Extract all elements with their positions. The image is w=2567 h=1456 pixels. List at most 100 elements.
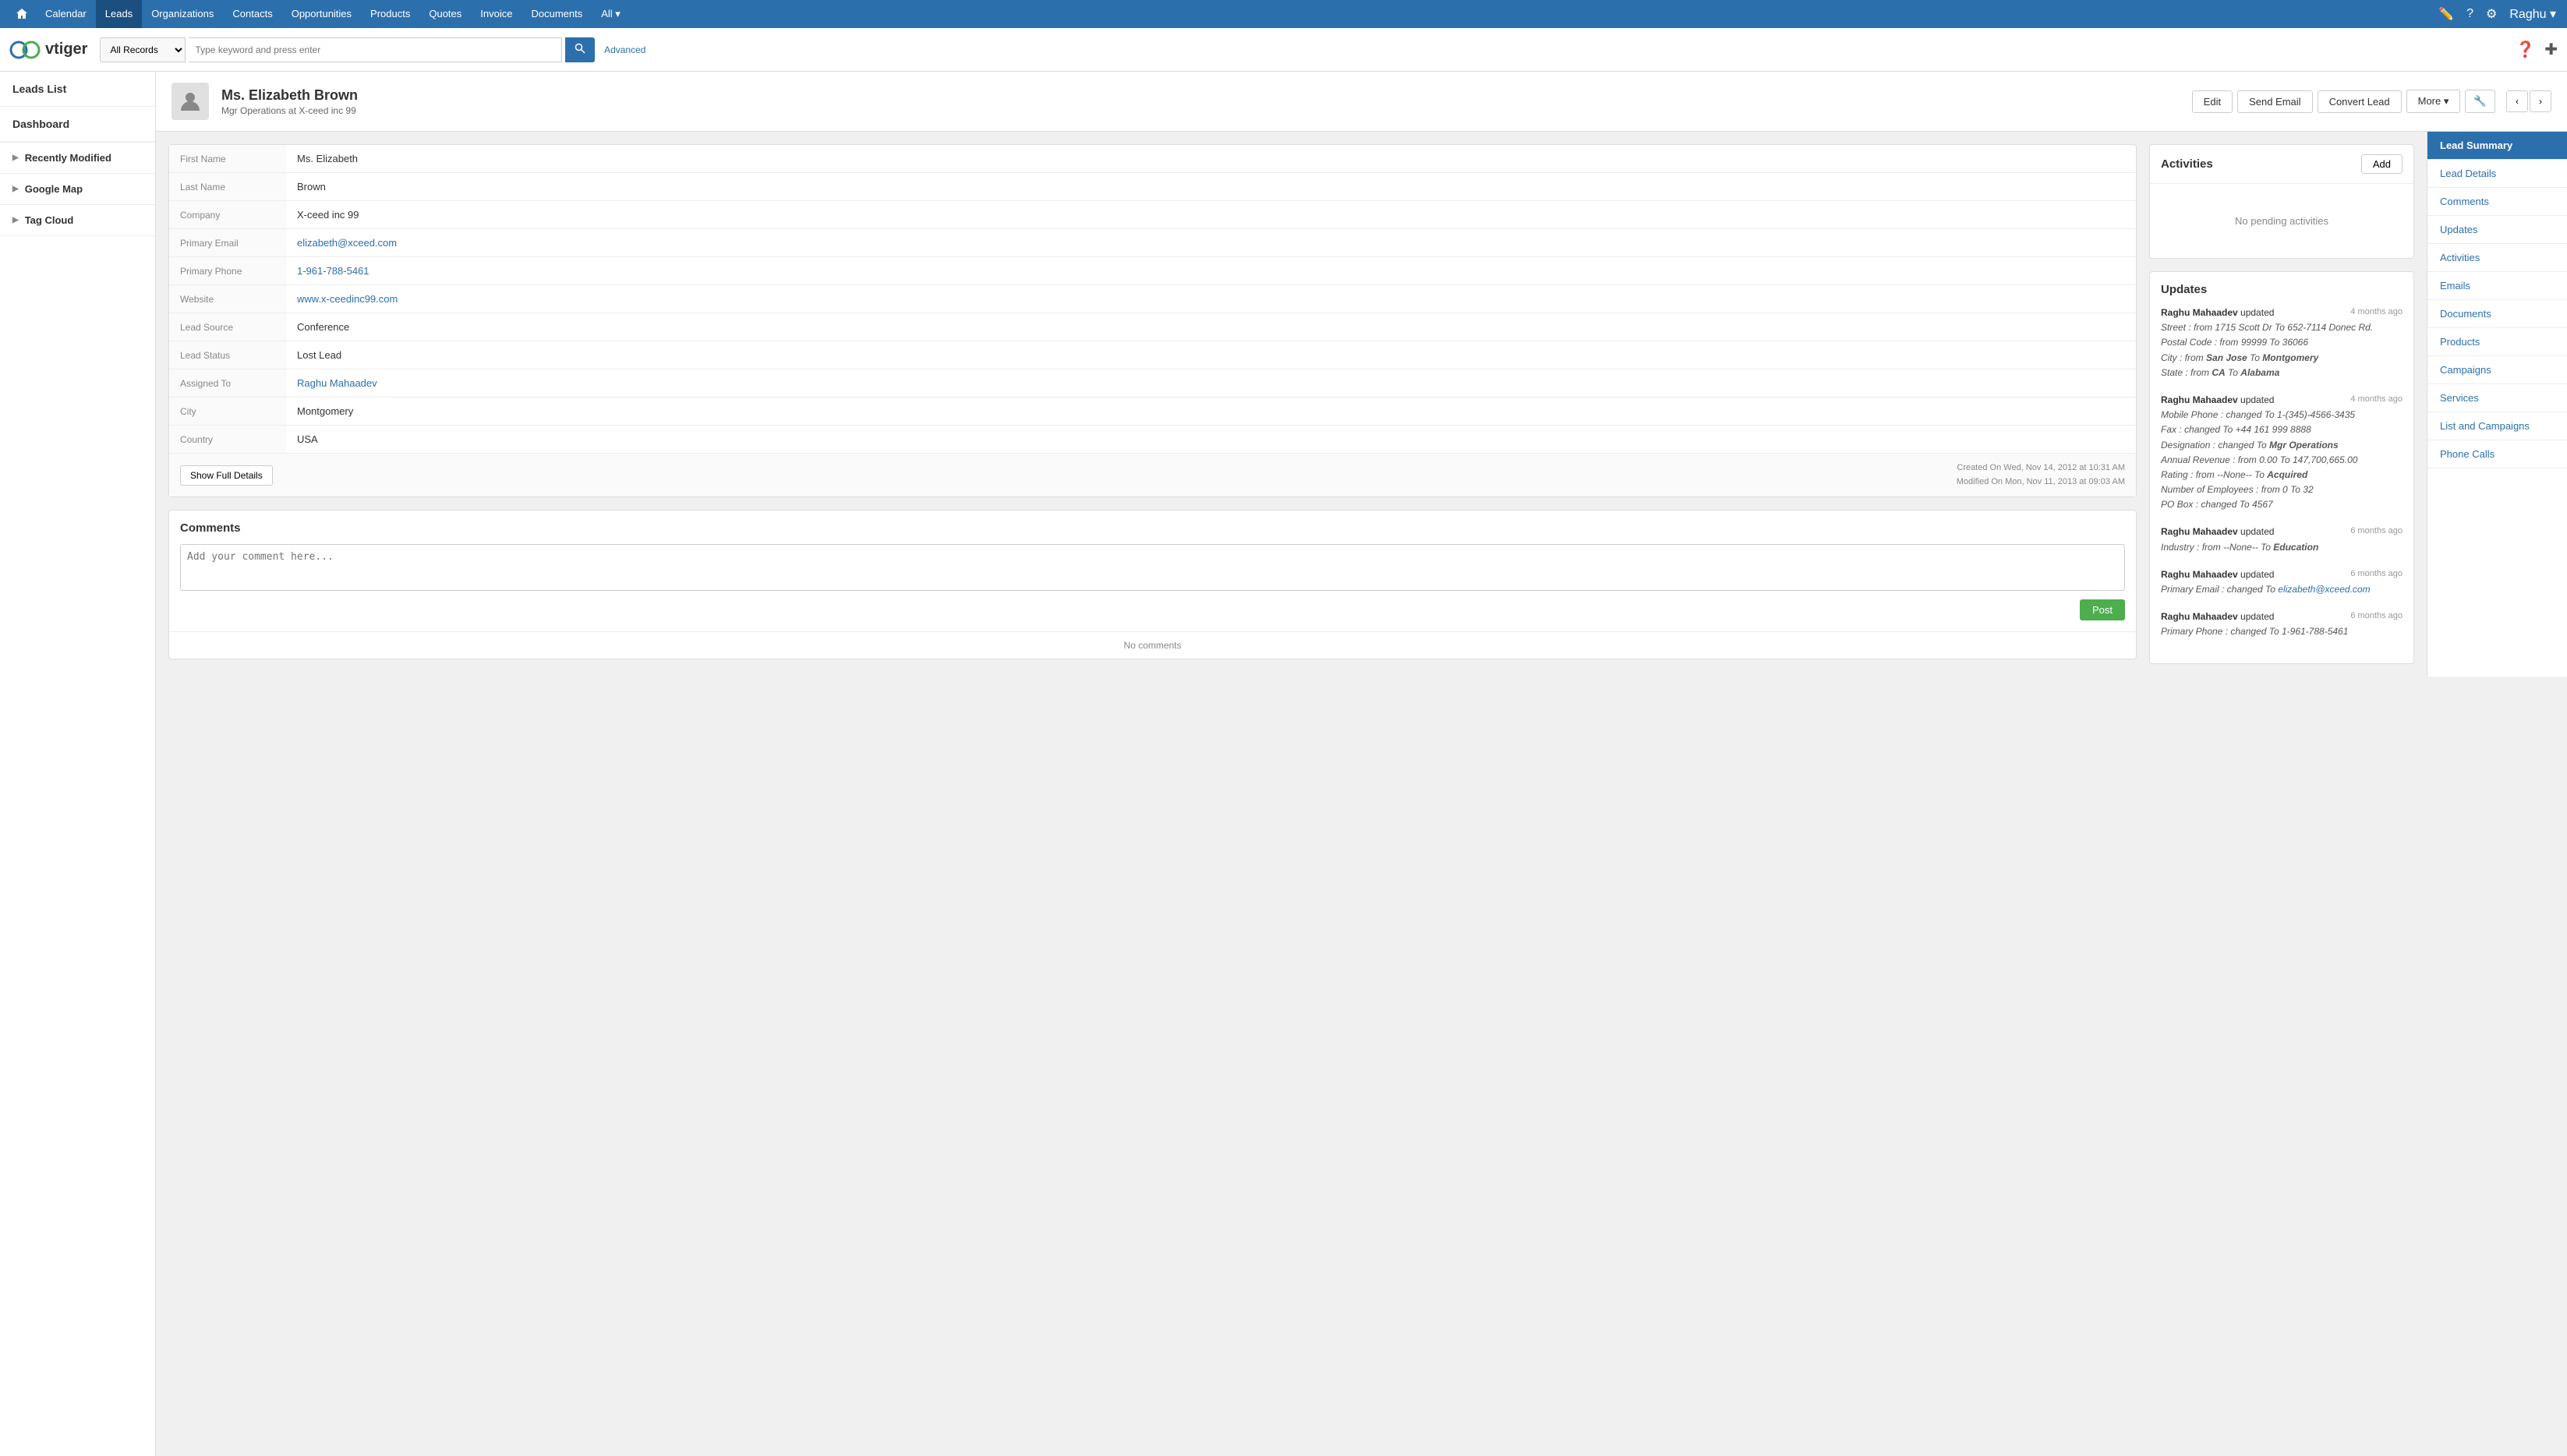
nav-all[interactable]: All ▾ [592, 0, 630, 28]
update-item-2: Raghu Mahaadev updated 4 months ago Mobi… [2161, 393, 2403, 513]
record-subtitle: Mgr Operations at X-ceed inc 99 [221, 105, 2180, 116]
updates-section: Updates Raghu Mahaadev updated 4 months … [2150, 272, 2413, 663]
panel-services[interactable]: Services [2427, 384, 2567, 412]
nav-products[interactable]: Products [361, 0, 419, 28]
phone-link[interactable]: 1-961-788-5461 [297, 265, 369, 277]
panel-products[interactable]: Products [2427, 328, 2567, 356]
advanced-search-link[interactable]: Advanced [604, 44, 645, 55]
card-footer: Show Full Details Created On Wed, Nov 14… [169, 453, 2136, 497]
nav-organizations[interactable]: Organizations [142, 0, 223, 28]
update-header-2: Raghu Mahaadev updated 4 months ago [2161, 393, 2403, 408]
panel-documents[interactable]: Documents [2427, 300, 2567, 328]
nav-quotes[interactable]: Quotes [419, 0, 471, 28]
sidebar-google-map[interactable]: ▶ Google Map [0, 174, 155, 204]
chevron-icon-2: ▶ [12, 185, 19, 193]
header-help-icon[interactable]: ❓ [2516, 40, 2535, 59]
add-activity-button[interactable]: Add [2361, 154, 2403, 174]
update-email-link[interactable]: elizabeth@xceed.com [2278, 584, 2370, 595]
update-header-1: Raghu Mahaadev updated 4 months ago [2161, 306, 2403, 320]
update-time-5: 6 months ago [2350, 610, 2403, 624]
record-title: Ms. Elizabeth Brown [221, 87, 2180, 104]
panel-comments[interactable]: Comments [2427, 188, 2567, 216]
post-comment-button[interactable]: Post [2080, 599, 2125, 620]
timestamps: Created On Wed, Nov 14, 2012 at 10:31 AM… [1957, 461, 2125, 489]
send-email-button[interactable]: Send Email [2237, 90, 2312, 113]
nav-leads[interactable]: Leads [96, 0, 142, 28]
sidebar-tag-cloud[interactable]: ▶ Tag Cloud [0, 205, 155, 235]
field-value-assigned-to: Raghu Mahaadev [286, 369, 2136, 398]
update-detail-2: Mobile Phone : changed To 1-(345)-4566-3… [2161, 408, 2403, 512]
assigned-link[interactable]: Raghu Mahaadev [297, 377, 377, 389]
sidebar: Leads List Dashboard ▶ Recently Modified… [0, 72, 156, 1456]
panel-updates[interactable]: Updates [2427, 216, 2567, 244]
nav-documents[interactable]: Documents [522, 0, 592, 28]
panel-campaigns[interactable]: Campaigns [2427, 356, 2567, 384]
help-icon[interactable]: ? [2463, 4, 2477, 24]
panel-activities[interactable]: Activities [2427, 244, 2567, 272]
update-detail-3: Industry : from --None-- To Education [2161, 540, 2403, 555]
header-right: ❓ ✚ [2516, 40, 2558, 59]
nav-opportunities[interactable]: Opportunities [282, 0, 361, 28]
convert-lead-button[interactable]: Convert Lead [2318, 90, 2402, 113]
nav-invoice[interactable]: Invoice [471, 0, 522, 28]
no-comments-message: No comments [169, 631, 2136, 659]
updates-title: Updates [2161, 283, 2403, 296]
comments-title: Comments [180, 521, 2125, 535]
panel-lead-summary[interactable]: Lead Summary [2427, 132, 2567, 160]
field-value-lead-source: Conference [286, 313, 2136, 341]
table-row: Country USA [169, 426, 2136, 454]
more-button[interactable]: More ▾ [2406, 90, 2461, 113]
field-label-assigned-to: Assigned To [169, 369, 286, 398]
search-button[interactable] [565, 37, 595, 62]
details-card: First Name Ms. Elizabeth Last Name Brown… [168, 144, 2137, 497]
col-left: First Name Ms. Elizabeth Last Name Brown… [168, 144, 2137, 664]
settings-icon[interactable]: ⚙ [2483, 3, 2500, 25]
field-value-last-name: Brown [286, 173, 2136, 201]
comment-input[interactable] [180, 544, 2125, 591]
col-right: Activities Add No pending activities Upd… [2149, 144, 2414, 664]
logo: vtiger [9, 34, 87, 65]
nav-calendar[interactable]: Calendar [36, 0, 96, 28]
wrench-button[interactable]: 🔧 [2465, 90, 2495, 113]
update-detail-5: Primary Phone : changed To 1-961-788-546… [2161, 624, 2403, 639]
table-row: Lead Status Lost Lead [169, 341, 2136, 369]
sidebar-tag-cloud-section: ▶ Tag Cloud [0, 205, 155, 236]
field-label-last-name: Last Name [169, 173, 286, 201]
panel-list-campaigns[interactable]: List and Campaigns [2427, 412, 2567, 440]
email-link[interactable]: elizabeth@xceed.com [297, 237, 397, 249]
prev-record-button[interactable]: ‹ [2506, 90, 2528, 112]
table-row: Assigned To Raghu Mahaadev [169, 369, 2136, 398]
chevron-icon-3: ▶ [12, 216, 19, 224]
chevron-icon: ▶ [12, 154, 19, 162]
search-filter-select[interactable]: All Records [100, 37, 186, 62]
website-link[interactable]: www.x-ceedinc99.com [297, 293, 398, 305]
edit-button[interactable]: Edit [2192, 90, 2233, 113]
logo-text: vtiger [45, 41, 87, 58]
update-time-2: 4 months ago [2350, 393, 2403, 407]
field-label-website: Website [169, 285, 286, 313]
sidebar-leads-list[interactable]: Leads List [0, 72, 155, 107]
header-add-icon[interactable]: ✚ [2544, 40, 2558, 59]
created-timestamp: Created On Wed, Nov 14, 2012 at 10:31 AM [1957, 461, 2125, 475]
field-label-first-name: First Name [169, 145, 286, 173]
sidebar-google-map-section: ▶ Google Map [0, 174, 155, 205]
panel-phone-calls[interactable]: Phone Calls [2427, 440, 2567, 468]
field-label-lead-source: Lead Source [169, 313, 286, 341]
panel-lead-details[interactable]: Lead Details [2427, 160, 2567, 188]
home-button[interactable] [8, 0, 36, 28]
nav-contacts[interactable]: Contacts [223, 0, 281, 28]
field-value-company: X-ceed inc 99 [286, 201, 2136, 229]
user-menu[interactable]: Raghu ▾ [2506, 3, 2559, 25]
show-full-details-button[interactable]: Show Full Details [180, 465, 273, 486]
record-avatar [171, 83, 209, 120]
sidebar-recently-modified[interactable]: ▶ Recently Modified [0, 143, 155, 173]
update-time-3: 6 months ago [2350, 525, 2403, 539]
next-record-button[interactable]: › [2530, 90, 2551, 112]
table-row: First Name Ms. Elizabeth [169, 145, 2136, 173]
sidebar-dashboard[interactable]: Dashboard [0, 107, 155, 142]
comments-section: Comments Post [169, 511, 2136, 631]
panel-emails[interactable]: Emails [2427, 272, 2567, 300]
edit-icon[interactable]: ✏️ [2435, 3, 2457, 25]
field-label-lead-status: Lead Status [169, 341, 286, 369]
search-input[interactable] [189, 37, 562, 62]
